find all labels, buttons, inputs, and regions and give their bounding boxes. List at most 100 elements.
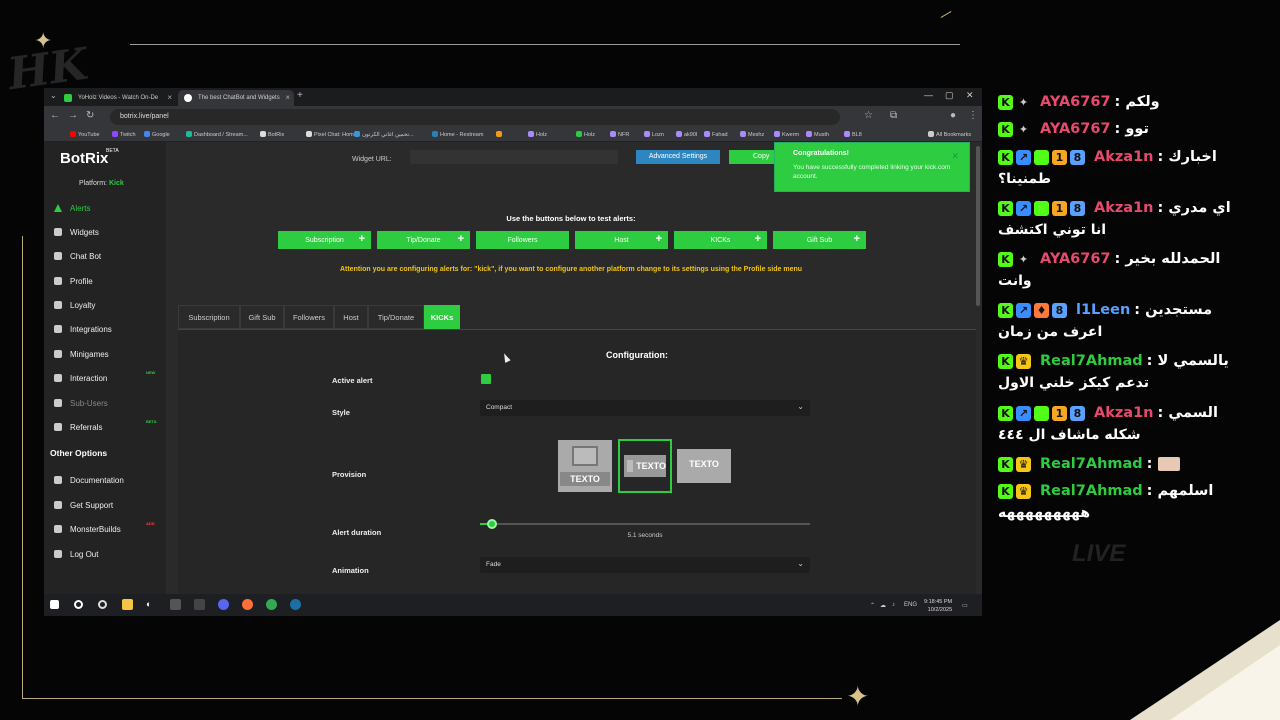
back-icon[interactable]: ← — [50, 110, 60, 121]
test-gift-sub-button[interactable]: Gift Sub + — [773, 231, 866, 249]
bookmark-item[interactable]: Musth — [806, 131, 829, 138]
active-alert-checkbox[interactable] — [481, 374, 491, 384]
style-select[interactable]: Compact ⌄ — [480, 400, 810, 416]
sidebar-item-chat-bot[interactable]: Chat Bot — [54, 249, 164, 263]
bookmark-item[interactable]: Fahad — [704, 131, 728, 138]
browser-tab[interactable]: YoHolz Videos - Watch On-De × — [58, 90, 176, 106]
beta-badge: BETA — [106, 148, 119, 154]
clock[interactable]: 9:18:45 PM 10/2/2025 — [924, 598, 952, 614]
bookmark-item[interactable]: Google — [144, 131, 170, 138]
animation-select[interactable]: Fade ⌄ — [480, 557, 810, 573]
bookmark-item[interactable]: Holz — [528, 131, 547, 138]
tab-tip-donate[interactable]: Tip/Donate — [368, 305, 424, 329]
chrome-icon[interactable] — [266, 599, 277, 610]
sidebar-item-loyalty[interactable]: Loyalty — [54, 298, 164, 312]
maximize-icon[interactable]: ▢ — [945, 90, 954, 101]
bookmark-item[interactable]: تخمين اغاني الكرتون... — [354, 131, 414, 138]
tab-gift-sub[interactable]: Gift Sub — [240, 305, 284, 329]
sidebar-item-get-support[interactable]: Get Support — [54, 498, 164, 512]
reload-icon[interactable]: ↻ — [86, 110, 94, 121]
steam-icon[interactable] — [290, 599, 301, 610]
firefox-icon[interactable] — [242, 599, 253, 610]
tab-kicks[interactable]: KICKs — [424, 305, 460, 329]
app-icon[interactable]: ◐ — [146, 599, 157, 610]
file-explorer-icon[interactable] — [122, 599, 133, 610]
test-tip-donate-button[interactable]: Tip/Donate + — [377, 231, 470, 249]
profile-icon[interactable]: ● — [950, 110, 956, 121]
tab-host[interactable]: Host — [334, 305, 368, 329]
sidebar-item-integrations[interactable]: Integrations — [54, 322, 164, 336]
bookmark-item[interactable]: Home - Restream — [432, 131, 483, 138]
windows-start-icon[interactable] — [50, 600, 59, 609]
bookmark-item[interactable]: Kwerm — [774, 131, 799, 138]
test-kicks-button[interactable]: KICKs + — [674, 231, 767, 249]
bookmark-item[interactable]: Lozn — [644, 131, 664, 138]
bookmark-favicon-icon — [644, 131, 650, 137]
app-icon[interactable] — [194, 599, 205, 610]
tab-followers[interactable]: Followers — [284, 305, 334, 329]
forward-icon[interactable]: → — [68, 110, 78, 121]
sidebar-item-profile[interactable]: Profile — [54, 274, 164, 288]
test-subscription-button[interactable]: Subscription + — [278, 231, 371, 249]
provision-option-stacked[interactable]: TEXTO — [558, 440, 612, 492]
toast-close-icon[interactable]: ✕ — [951, 151, 959, 162]
app-icon[interactable] — [170, 599, 181, 610]
url-input[interactable]: botrix.live/panel — [110, 109, 840, 125]
provision-option-inline[interactable]: TEXTO — [618, 439, 672, 493]
bookmark-label: تخمين اغاني الكرتون... — [362, 132, 414, 138]
sidebar-item-minigames[interactable]: Minigames — [54, 347, 164, 361]
sidebar-item-sub-users[interactable]: Sub-Users — [54, 396, 164, 410]
minimize-icon[interactable]: — — [924, 90, 933, 100]
sidebar-item-log-out[interactable]: Log Out — [54, 547, 164, 561]
volume-icon[interactable]: ♪ — [892, 602, 895, 608]
language-indicator[interactable]: ENG — [904, 602, 917, 608]
test-followers-button[interactable]: Followers — [476, 231, 569, 249]
notifications-icon[interactable]: ▭ — [962, 602, 968, 609]
bookmark-item[interactable]: YouTube — [70, 131, 100, 138]
provision-option-text[interactable]: TEXTO — [677, 449, 731, 483]
test-host-button[interactable]: Host + — [575, 231, 668, 249]
extensions-icon[interactable]: ⧉ — [890, 110, 897, 121]
advanced-settings-button[interactable]: Advanced Settings — [636, 150, 720, 164]
close-window-icon[interactable]: ✕ — [966, 90, 974, 101]
sidebar-item-alerts[interactable]: Alerts — [54, 201, 164, 215]
sidebar-item-widgets[interactable]: Widgets — [54, 225, 164, 239]
widget-url-input[interactable] — [410, 150, 618, 164]
page-scrollbar[interactable] — [976, 146, 980, 306]
platform-indicator: Platform: Kick — [79, 180, 124, 187]
tab-close-icon[interactable]: × — [167, 93, 172, 102]
bookmark-item[interactable]: NFR — [610, 131, 629, 138]
all-bookmarks[interactable]: All Bookmarks — [928, 131, 971, 138]
bookmark-item[interactable] — [496, 131, 504, 138]
bookmark-item[interactable]: Dashboard / Stream... — [186, 131, 248, 138]
tab-title: The best ChatBot and Widgets — [198, 95, 280, 101]
bookmark-star-icon[interactable]: ☆ — [864, 110, 873, 121]
bookmark-item[interactable]: Pixel Chat: Home — [306, 131, 357, 138]
bookmark-item[interactable]: BL8 — [844, 131, 862, 138]
sidebar-item-documentation[interactable]: Documentation — [54, 473, 164, 487]
chat-badge-icon: ✦ — [1018, 95, 1029, 109]
copy-button[interactable]: Copy — [729, 150, 779, 164]
bookmark-item[interactable]: BotRix — [260, 131, 284, 138]
test-button-label: Subscription — [305, 236, 344, 244]
tab-search-icon[interactable]: ⌄ — [50, 91, 57, 100]
search-icon[interactable] — [74, 600, 83, 609]
tab-close-icon[interactable]: × — [285, 93, 290, 102]
chat-text: : اسلمهم — [1146, 483, 1214, 499]
alert-duration-slider[interactable] — [480, 519, 810, 529]
test-button-label: KICKs — [710, 236, 731, 244]
tray-up-icon[interactable]: ⌃ — [870, 602, 875, 609]
bookmark-item[interactable]: Holz — [576, 131, 595, 138]
tab-subscription[interactable]: Subscription — [178, 305, 240, 329]
discord-icon[interactable] — [218, 599, 229, 610]
menu-icon[interactable]: ⋮ — [968, 110, 978, 121]
slider-thumb[interactable] — [486, 519, 497, 529]
bookmark-item[interactable]: Twitch — [112, 131, 136, 138]
network-icon[interactable]: ☁ — [880, 602, 886, 609]
bookmark-favicon-icon — [354, 131, 360, 137]
bookmark-item[interactable]: ak90I — [676, 131, 697, 138]
browser-tab-active[interactable]: The best ChatBot and Widgets × — [178, 90, 294, 106]
bookmark-item[interactable]: Meshz — [740, 131, 764, 138]
settings-icon[interactable] — [98, 600, 107, 609]
new-tab-icon[interactable]: + — [297, 90, 303, 101]
